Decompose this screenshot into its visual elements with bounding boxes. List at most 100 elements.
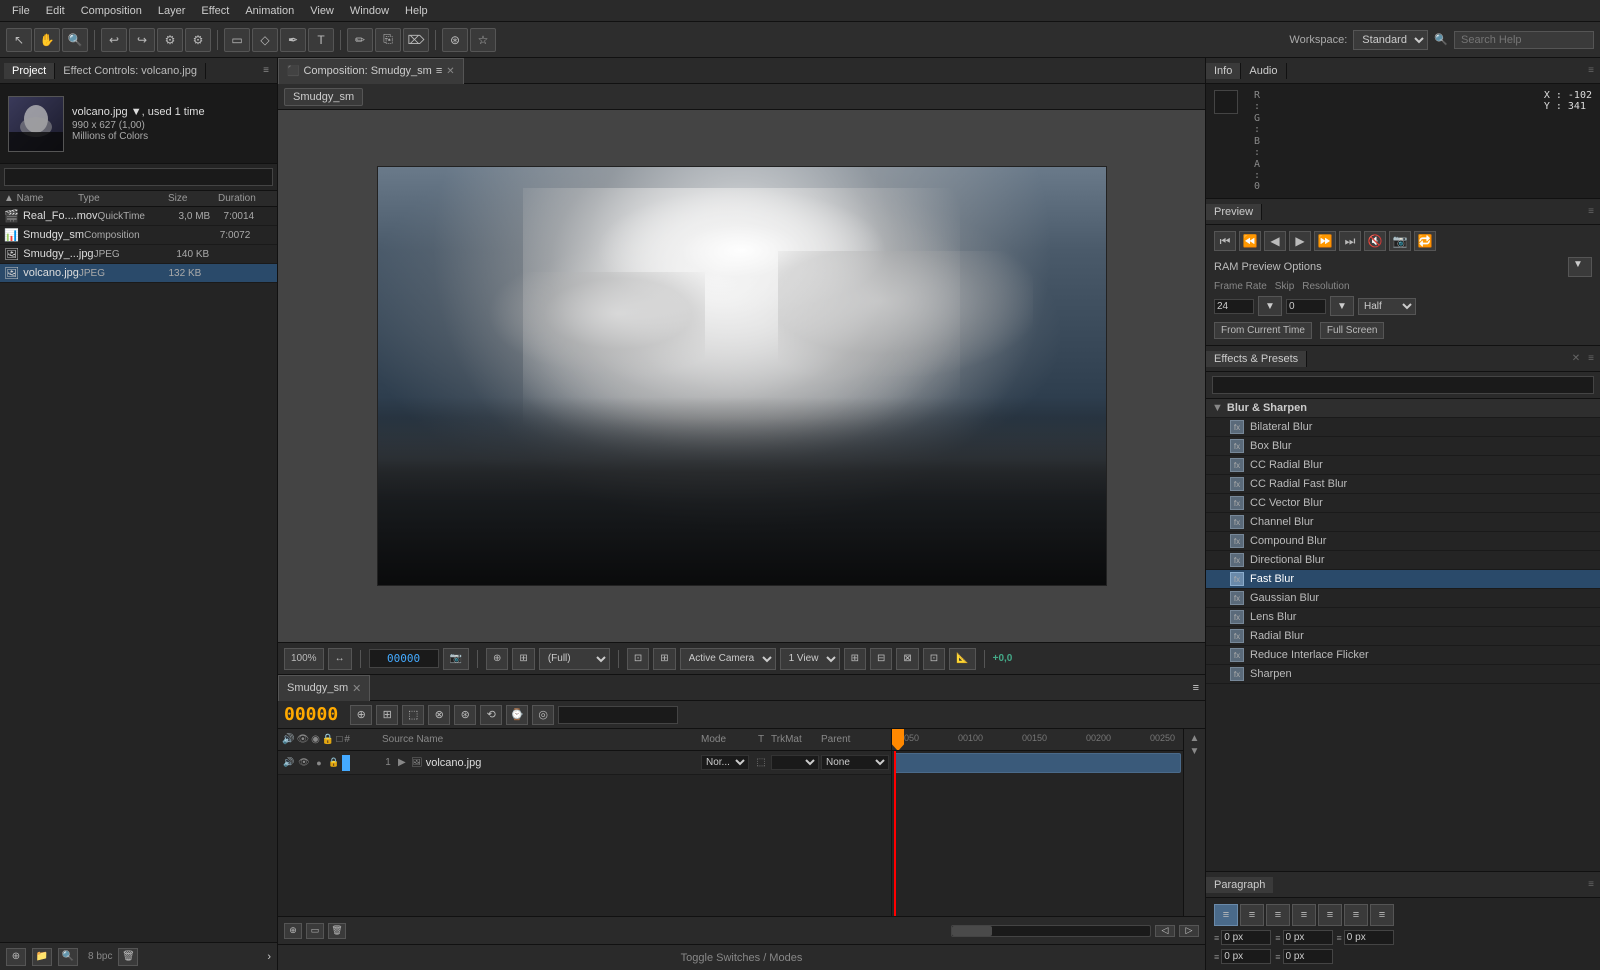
project-row-0[interactable]: 🎬 Real_Fo....mov QuickTime 3,0 MB 7:0014 [0, 207, 277, 226]
timeline-tool-6[interactable]: ⟲ [480, 705, 502, 725]
channels-btn[interactable]: ⊕ [486, 648, 508, 670]
layer-audio-toggle[interactable]: 🔊 [282, 756, 296, 770]
effects-search-input[interactable] [1212, 376, 1594, 394]
timeline-tool-7[interactable]: ⌚ [506, 705, 528, 725]
menu-view[interactable]: View [302, 0, 342, 22]
puppet-tool-button[interactable]: ☆ [470, 28, 496, 52]
render-button[interactable]: ⚙ [157, 28, 183, 52]
comp-tab-smudgy[interactable]: ⬛ Composition: Smudgy_sm ≡ ✕ [278, 58, 464, 84]
indent-first-input[interactable] [1344, 930, 1394, 945]
render-queue-btn[interactable]: 🗑 [328, 923, 346, 939]
paragraph-panel-menu[interactable]: ≡ [1582, 879, 1600, 890]
menu-effect[interactable]: Effect [193, 0, 237, 22]
timeline-search-input[interactable] [558, 706, 678, 724]
shape-tool-button[interactable]: ◇ [252, 28, 278, 52]
preview-first-frame[interactable]: ⏮ [1214, 231, 1236, 251]
timeline-scroll-up[interactable]: ▲ [1190, 733, 1200, 744]
clone-tool-button[interactable]: ⎘ [375, 28, 401, 52]
search-project-button[interactable]: 🔍 [58, 948, 78, 966]
para-align-justify-right[interactable]: ≡ [1344, 904, 1368, 926]
new-comp-btn[interactable]: ⊕ [284, 923, 302, 939]
effect-directional-blur[interactable]: fx Directional Blur [1206, 551, 1600, 570]
panel-menu-icon[interactable]: ≡ [259, 65, 273, 76]
effects-category-blur[interactable]: ▼ Blur & Sharpen [1206, 399, 1600, 418]
frame-rate-input[interactable] [1214, 299, 1254, 314]
effect-bilateral-blur[interactable]: fx Bilateral Blur [1206, 418, 1600, 437]
region-btn[interactable]: ⊞ [653, 648, 675, 670]
resolution-select[interactable]: HalfFullQuarter [1358, 298, 1416, 315]
settings-button[interactable]: ⚙ [185, 28, 211, 52]
effect-cc-radial-fast-blur[interactable]: fx CC Radial Fast Blur [1206, 475, 1600, 494]
pen-tool-button[interactable]: ✒ [280, 28, 306, 52]
project-row-3[interactable]: 🖼 volcano.jpg JPEG 132 KB [0, 264, 277, 283]
timeline-tool-8[interactable]: ◎ [532, 705, 554, 725]
fit-btn[interactable]: ↔ [328, 648, 352, 670]
menu-edit[interactable]: Edit [38, 0, 73, 22]
layer-row-0[interactable]: 🔊 👁 ● 🔒 1 ▶ 🖼 volcano.jpg Nor [278, 751, 891, 775]
info-panel-menu-icon[interactable]: ≡ [1582, 65, 1600, 76]
effect-cc-radial-blur[interactable]: fx CC Radial Blur [1206, 456, 1600, 475]
skip-input[interactable] [1286, 299, 1326, 314]
menu-help[interactable]: Help [397, 0, 436, 22]
timeline-tab-smudgy[interactable]: Smudgy_sm ✕ [278, 675, 370, 701]
para-align-left[interactable]: ≡ [1214, 904, 1238, 926]
view-layout4-btn[interactable]: ⊡ [923, 648, 945, 670]
effect-reduce-flicker[interactable]: fx Reduce Interlace Flicker [1206, 646, 1600, 665]
layer-trk-select-0[interactable] [771, 755, 819, 770]
para-align-justify-all[interactable]: ≡ [1370, 904, 1394, 926]
select-tool-button[interactable]: ↖ [6, 28, 32, 52]
menu-animation[interactable]: Animation [237, 0, 302, 22]
transparency-btn[interactable]: ⊞ [512, 648, 534, 670]
effects-presets-tab[interactable]: Effects & Presets [1206, 351, 1307, 367]
timeline-tool-1[interactable]: ⊕ [350, 705, 372, 725]
effect-fast-blur[interactable]: fx Fast Blur [1206, 570, 1600, 589]
project-tab[interactable]: Project [4, 63, 55, 79]
comp-tab-close[interactable]: ✕ [446, 66, 454, 77]
menu-file[interactable]: File [4, 0, 38, 22]
skip-dropdown[interactable]: ▼ [1330, 296, 1354, 316]
project-row-2[interactable]: 🖼 Smudgy_...jpg JPEG 140 KB [0, 245, 277, 264]
timeline-playhead[interactable] [894, 751, 896, 916]
new-item-button[interactable]: ⊕ [6, 948, 26, 966]
effects-panel-menu[interactable]: ≡ [1586, 353, 1596, 364]
view-layout2-btn[interactable]: ⊟ [870, 648, 892, 670]
undo-button[interactable]: ↩ [101, 28, 127, 52]
effect-box-blur[interactable]: fx Box Blur [1206, 437, 1600, 456]
resolution-btn[interactable]: ⊡ [627, 648, 649, 670]
preview-snapshot[interactable]: 📷 [1389, 231, 1411, 251]
delete-item-button[interactable]: 🗑 [118, 948, 138, 966]
camera-dropdown[interactable]: Active Camera [680, 648, 776, 670]
layer-expand-arrow[interactable]: ▶ [398, 757, 406, 768]
para-align-center[interactable]: ≡ [1240, 904, 1264, 926]
view-layout-btn[interactable]: ⊞ [844, 648, 866, 670]
timeline-tool-5[interactable]: ⊛ [454, 705, 476, 725]
workspace-dropdown[interactable]: Standard [1353, 30, 1428, 50]
timeline-panel-menu[interactable]: ≡ [1193, 682, 1205, 694]
new-solid-btn[interactable]: ▭ [306, 923, 324, 939]
menu-window[interactable]: Window [342, 0, 397, 22]
text-tool-button[interactable]: T [308, 28, 334, 52]
track-bar-0[interactable] [894, 753, 1181, 773]
search-help-input[interactable] [1454, 31, 1594, 49]
timeline-tool-3[interactable]: ⬚ [402, 705, 424, 725]
layer-solo-toggle[interactable]: ● [312, 756, 326, 770]
comp-timecode[interactable]: 00000 [369, 649, 439, 668]
indent-right-input[interactable] [1283, 930, 1333, 945]
timeline-tool-2[interactable]: ⊞ [376, 705, 398, 725]
folder-button[interactable]: 📁 [32, 948, 52, 966]
timeline-scrollbar[interactable] [951, 925, 1151, 937]
paragraph-tab[interactable]: Paragraph [1206, 877, 1273, 893]
zoom-dropdown-btn[interactable]: 100% [284, 648, 324, 670]
frame-rate-dropdown[interactable]: ▼ [1258, 296, 1282, 316]
redo-button[interactable]: ↪ [129, 28, 155, 52]
effect-radial-blur[interactable]: fx Radial Blur [1206, 627, 1600, 646]
menu-layer[interactable]: Layer [150, 0, 194, 22]
track-content[interactable]: Active [892, 751, 1183, 916]
roto-tool-button[interactable]: ⊛ [442, 28, 468, 52]
space-before-input[interactable] [1221, 949, 1271, 964]
toggle-switches-bar[interactable]: Toggle Switches / Modes [278, 944, 1205, 970]
layer-video-toggle[interactable]: 👁 [297, 756, 311, 770]
preview-play[interactable]: ▶ [1289, 231, 1311, 251]
snapshot-btn[interactable]: 📐 [949, 648, 975, 670]
project-row-1[interactable]: 📊 Smudgy_sm Composition 7:0072 [0, 226, 277, 245]
